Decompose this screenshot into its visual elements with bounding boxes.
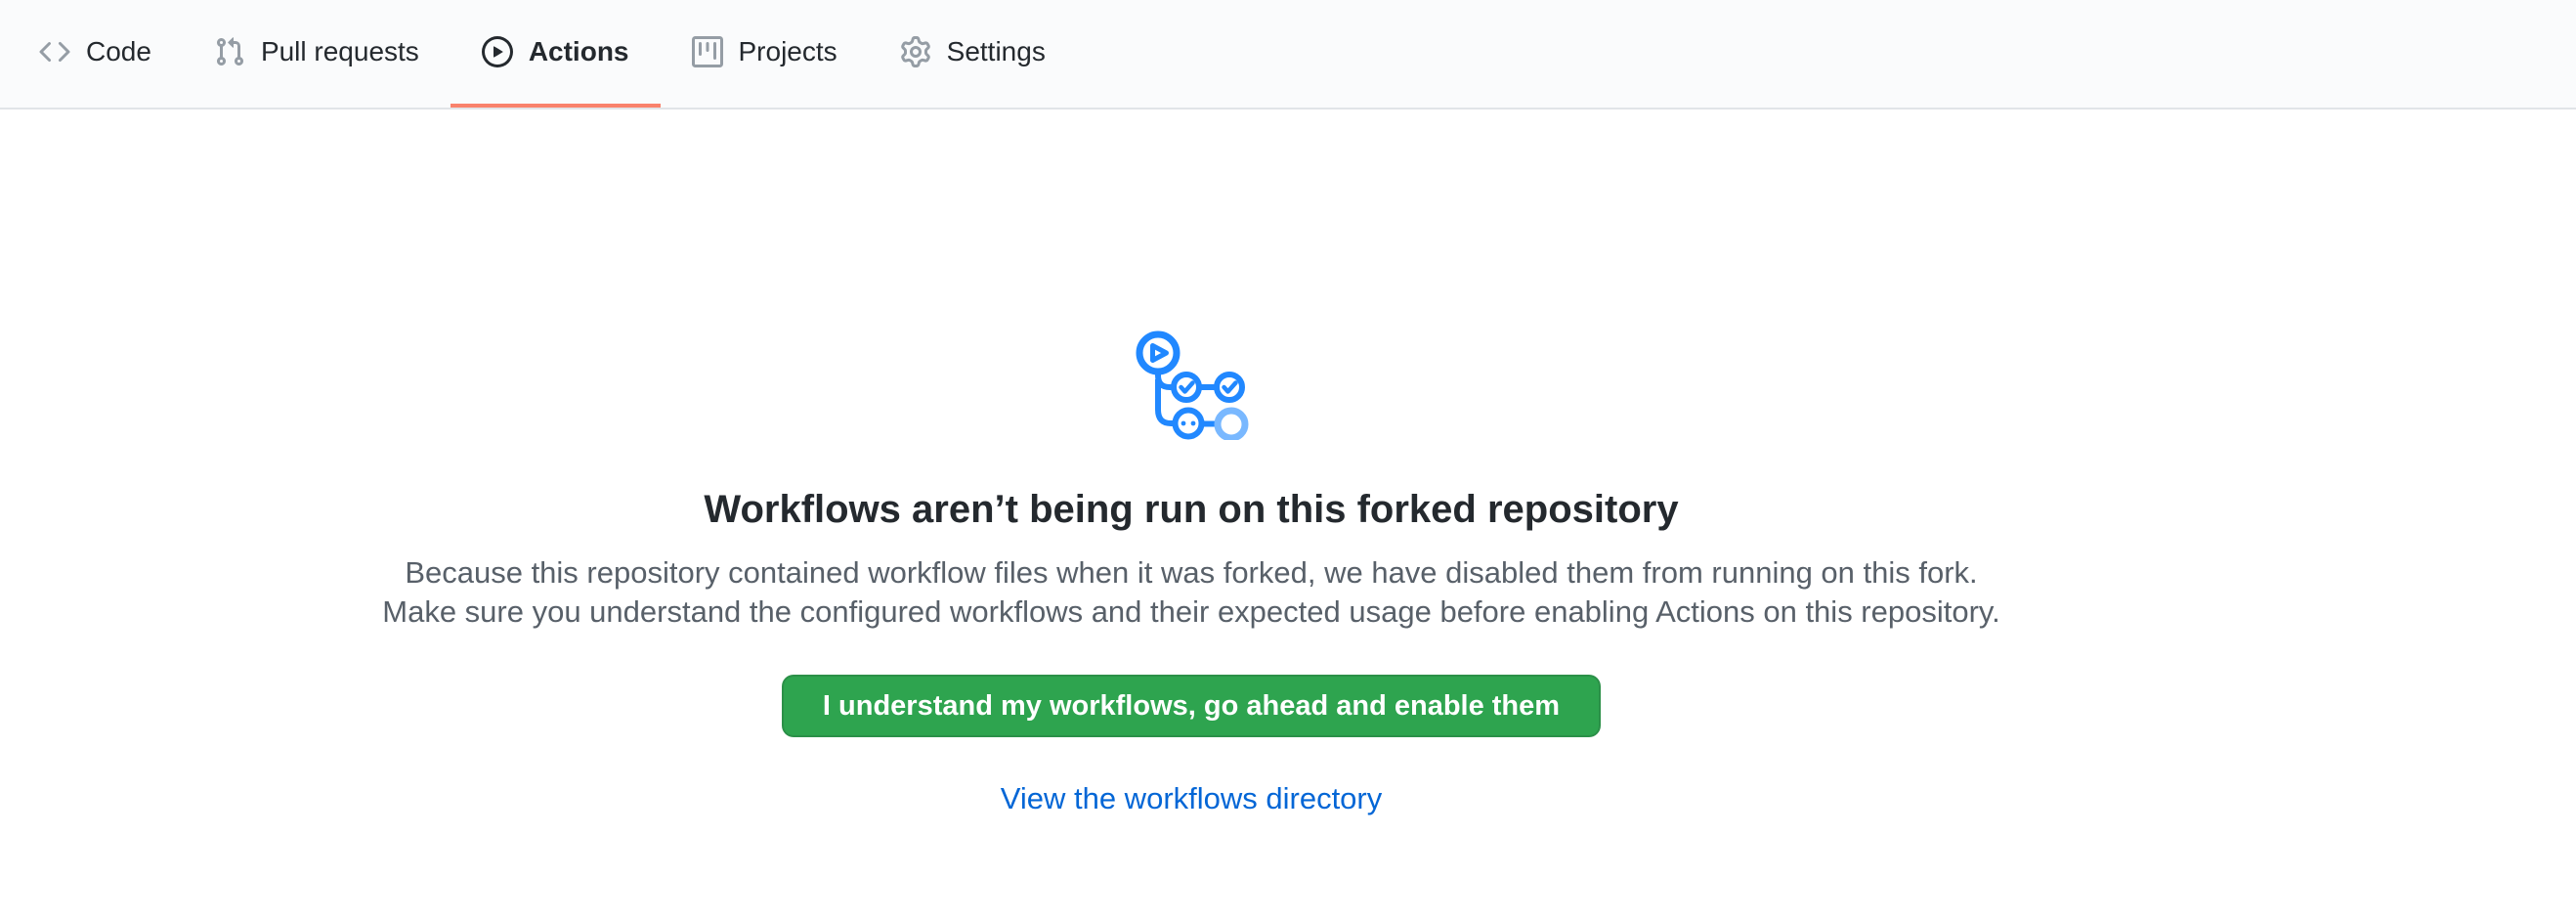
tab-actions[interactable]: Actions xyxy=(451,0,661,108)
tab-code[interactable]: Code xyxy=(8,0,183,108)
tab-label: Code xyxy=(86,36,151,67)
project-icon xyxy=(692,36,723,67)
play-icon xyxy=(482,36,513,67)
blankslate-description: Because this repository contained workfl… xyxy=(380,553,2002,632)
code-icon xyxy=(39,36,70,67)
view-workflows-link[interactable]: View the workflows directory xyxy=(1001,779,1383,818)
workflow-graph-icon xyxy=(1135,330,1249,440)
enable-workflows-button[interactable]: I understand my workflows, go ahead and … xyxy=(782,675,1601,737)
actions-blankslate: Workflows aren’t being run on this forke… xyxy=(0,110,2576,818)
gear-icon xyxy=(900,36,931,67)
tab-label: Settings xyxy=(947,36,1046,67)
tab-projects[interactable]: Projects xyxy=(661,0,869,108)
tab-pull-requests[interactable]: Pull requests xyxy=(183,0,451,108)
blankslate-title: Workflows aren’t being run on this forke… xyxy=(704,486,1678,533)
repo-tab-bar: Code Pull requests Actions Projects Sett xyxy=(0,0,2576,110)
tab-label: Pull requests xyxy=(261,36,419,67)
tab-settings[interactable]: Settings xyxy=(869,0,1077,108)
tab-label: Actions xyxy=(529,36,629,67)
tab-label: Projects xyxy=(739,36,837,67)
actions-disabled-page: Code Pull requests Actions Projects Sett xyxy=(0,0,2576,923)
git-pull-request-icon xyxy=(214,36,245,67)
